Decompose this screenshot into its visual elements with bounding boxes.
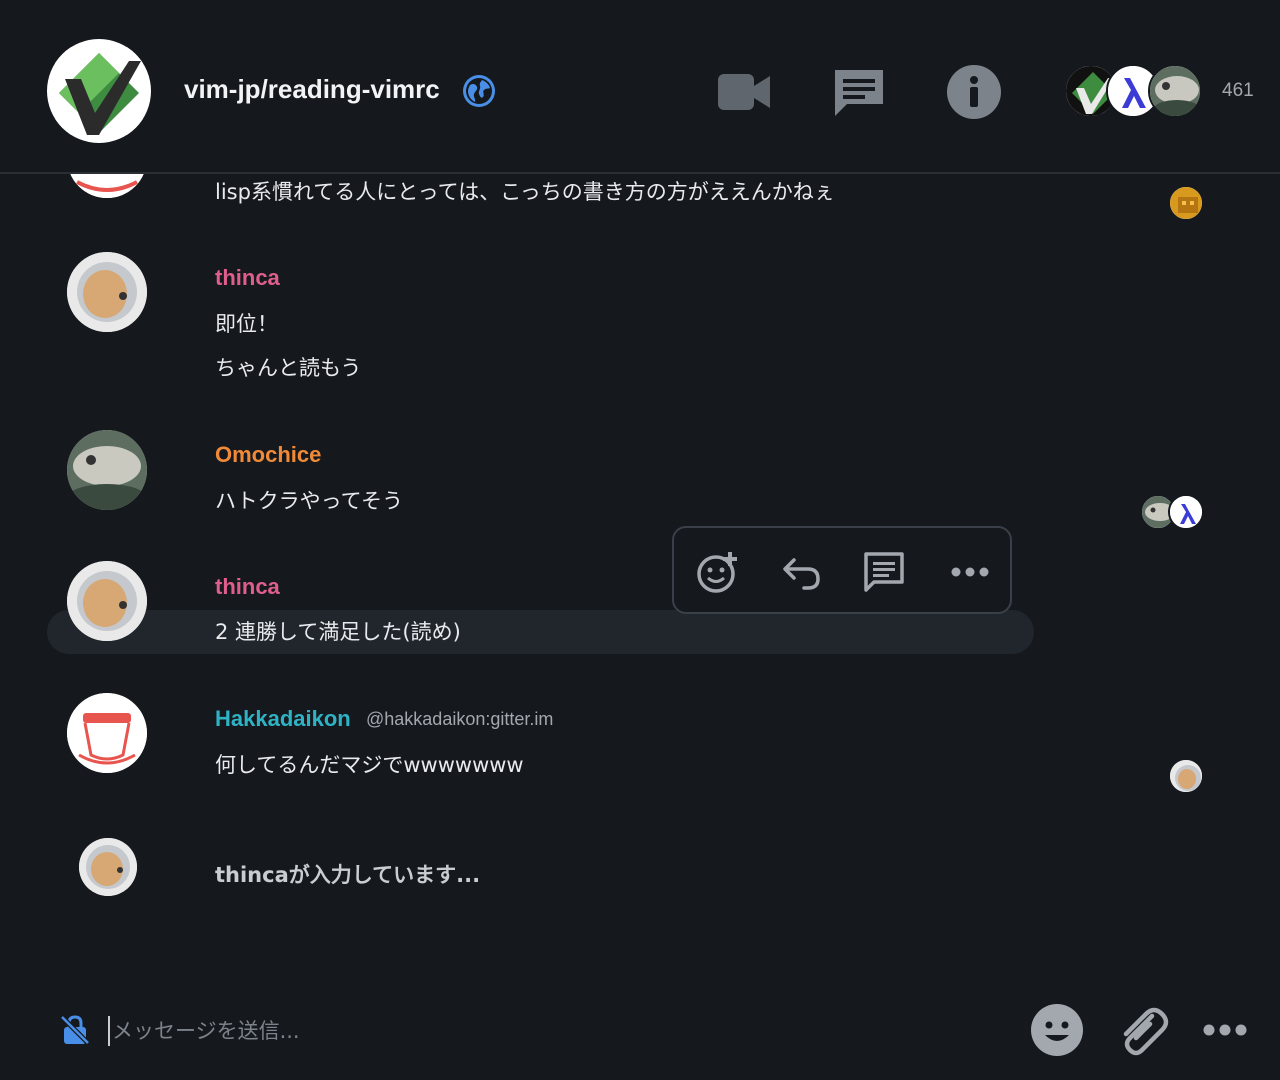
emoji-icon[interactable]	[1030, 1003, 1084, 1057]
room-info-icon[interactable]	[946, 64, 1002, 120]
avatar[interactable]	[67, 430, 147, 510]
read-receipt-avatar[interactable]	[1168, 494, 1204, 530]
room-name[interactable]: vim-jp/reading-vimrc	[184, 74, 440, 105]
read-receipt-avatar[interactable]	[1168, 185, 1204, 221]
timeline[interactable]: lisp系慣れてる人にとっては、こっちの書き方の方がええんかねぇ thinca …	[0, 118, 1280, 976]
message-composer	[0, 980, 1280, 1080]
video-call-icon[interactable]	[716, 64, 772, 120]
avatar[interactable]	[67, 693, 147, 773]
message-body: 即位！	[215, 312, 278, 336]
member-count: 461	[1222, 80, 1254, 101]
message-hover-highlight	[47, 610, 1034, 654]
member-list-button[interactable]	[1064, 64, 1204, 118]
options-icon[interactable]	[948, 550, 992, 594]
react-icon[interactable]	[696, 550, 740, 594]
message-body: ハトクラやってそう	[215, 489, 403, 513]
message-body: lisp系慣れてる人にとっては、こっちの書き方の方がええんかねぇ	[215, 180, 835, 204]
room-avatar[interactable]	[47, 39, 151, 143]
avatar[interactable]	[67, 252, 147, 332]
sender-name[interactable]: thinca	[215, 574, 280, 600]
sender-name[interactable]: thinca	[215, 265, 280, 291]
reply-icon[interactable]	[780, 550, 824, 594]
member-avatar	[1148, 64, 1202, 118]
sender-handle: @hakkadaikon:gitter.im	[366, 709, 554, 729]
message-input[interactable]	[108, 1016, 988, 1046]
read-receipt-avatar[interactable]	[1168, 758, 1204, 794]
message-action-bar	[672, 526, 1012, 614]
room-header: vim-jp/reading-vimrc 461	[0, 0, 1280, 174]
unencrypted-icon[interactable]	[59, 1014, 91, 1046]
more-options-icon[interactable]	[1202, 1016, 1248, 1044]
typing-indicator: thincaが入力しています...	[215, 863, 481, 887]
globe-icon	[463, 75, 495, 107]
sender-name[interactable]: Omochice	[215, 442, 321, 468]
sender-name[interactable]: Hakkadaikon	[215, 706, 351, 732]
message-body: ちゃんと読もう	[215, 356, 362, 380]
thread-icon[interactable]	[862, 550, 906, 594]
message-body: 何してるんだマジでwwwwwww	[215, 753, 524, 777]
threads-icon[interactable]	[831, 64, 887, 120]
typing-avatar	[79, 838, 137, 896]
avatar[interactable]	[67, 561, 147, 641]
attachment-icon[interactable]	[1114, 1002, 1170, 1058]
message-body: 2 連勝して満足した(読め)	[215, 620, 461, 644]
